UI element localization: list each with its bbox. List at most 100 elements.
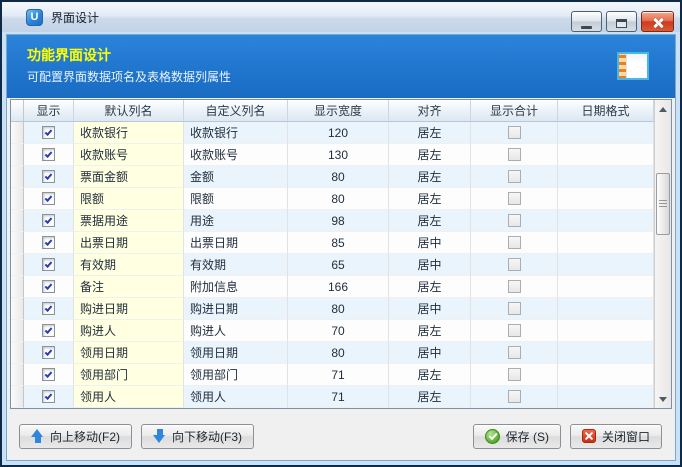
cell-width[interactable]: 71 (288, 386, 389, 408)
cell-align[interactable]: 居左 (389, 320, 471, 342)
show-checkbox[interactable] (42, 280, 55, 293)
show-checkbox[interactable] (42, 390, 55, 403)
cell-date-format[interactable] (558, 144, 654, 166)
show-total-checkbox[interactable] (508, 258, 521, 271)
cell-custom-name[interactable]: 领用人 (184, 386, 288, 408)
cell-custom-name[interactable]: 附加信息 (184, 276, 288, 298)
cell-date-format[interactable] (558, 364, 654, 386)
cell-width[interactable]: 70 (288, 320, 389, 342)
cell-align[interactable]: 居中 (389, 232, 471, 254)
scroll-down-button[interactable] (655, 391, 671, 407)
cell-date-format[interactable] (558, 188, 654, 210)
cell-custom-name[interactable]: 金额 (184, 166, 288, 188)
close-window-button[interactable]: 关闭窗口 (570, 424, 662, 449)
move-down-button[interactable]: 向下移动(F3) (141, 424, 254, 449)
table-row[interactable]: 领用日期领用日期80居中 (11, 342, 654, 364)
show-checkbox[interactable] (42, 346, 55, 359)
show-total-checkbox[interactable] (508, 214, 521, 227)
show-total-checkbox[interactable] (508, 192, 521, 205)
show-checkbox[interactable] (42, 302, 55, 315)
close-button[interactable] (641, 11, 674, 32)
cell-custom-name[interactable]: 限额 (184, 188, 288, 210)
cell-date-format[interactable] (558, 386, 654, 408)
cell-custom-name[interactable]: 收款银行 (184, 122, 288, 144)
cell-custom-name[interactable]: 出票日期 (184, 232, 288, 254)
cell-width[interactable]: 98 (288, 210, 389, 232)
show-checkbox[interactable] (42, 148, 55, 161)
cell-align[interactable]: 居左 (389, 276, 471, 298)
cell-date-format[interactable] (558, 298, 654, 320)
show-checkbox[interactable] (42, 258, 55, 271)
show-checkbox[interactable] (42, 236, 55, 249)
cell-width[interactable]: 85 (288, 232, 389, 254)
cell-custom-name[interactable]: 领用部门 (184, 364, 288, 386)
cell-date-format[interactable] (558, 122, 654, 144)
show-total-checkbox[interactable] (508, 236, 521, 249)
cell-width[interactable]: 80 (288, 342, 389, 364)
cell-align[interactable]: 居中 (389, 298, 471, 320)
show-total-checkbox[interactable] (508, 280, 521, 293)
scrollbar-thumb[interactable] (656, 173, 670, 235)
show-total-checkbox[interactable] (508, 302, 521, 315)
show-checkbox[interactable] (42, 324, 55, 337)
cell-date-format[interactable] (558, 210, 654, 232)
cell-align[interactable]: 居左 (389, 210, 471, 232)
cell-align[interactable]: 居中 (389, 342, 471, 364)
cell-custom-name[interactable]: 购进日期 (184, 298, 288, 320)
cell-custom-name[interactable]: 有效期 (184, 254, 288, 276)
show-total-checkbox[interactable] (508, 148, 521, 161)
table-row[interactable]: 收款银行收款银行120居左 (11, 122, 654, 144)
show-checkbox[interactable] (42, 170, 55, 183)
show-checkbox[interactable] (42, 126, 55, 139)
vertical-scrollbar[interactable] (654, 100, 671, 408)
show-total-checkbox[interactable] (508, 368, 521, 381)
table-row[interactable]: 收款账号收款账号130居左 (11, 144, 654, 166)
cell-align[interactable]: 居左 (389, 122, 471, 144)
cell-width[interactable]: 166 (288, 276, 389, 298)
table-row[interactable]: 领用部门领用部门71居左 (11, 364, 654, 386)
cell-custom-name[interactable]: 领用日期 (184, 342, 288, 364)
cell-date-format[interactable] (558, 320, 654, 342)
cell-width[interactable]: 80 (288, 188, 389, 210)
show-total-checkbox[interactable] (508, 346, 521, 359)
cell-date-format[interactable] (558, 254, 654, 276)
show-checkbox[interactable] (42, 368, 55, 381)
cell-date-format[interactable] (558, 276, 654, 298)
cell-align[interactable]: 居左 (389, 364, 471, 386)
cell-custom-name[interactable]: 用途 (184, 210, 288, 232)
cell-date-format[interactable] (558, 166, 654, 188)
cell-align[interactable]: 居中 (389, 254, 471, 276)
maximize-button[interactable] (606, 11, 637, 32)
cell-custom-name[interactable]: 收款账号 (184, 144, 288, 166)
cell-align[interactable]: 居左 (389, 144, 471, 166)
cell-align[interactable]: 居左 (389, 166, 471, 188)
cell-width[interactable]: 80 (288, 298, 389, 320)
cell-align[interactable]: 居左 (389, 386, 471, 408)
show-total-checkbox[interactable] (508, 390, 521, 403)
save-button[interactable]: 保存 (S) (473, 424, 561, 449)
table-row[interactable]: 备注附加信息166居左 (11, 276, 654, 298)
show-checkbox[interactable] (42, 214, 55, 227)
minimize-button[interactable] (571, 11, 602, 32)
move-up-button[interactable]: 向上移动(F2) (19, 424, 132, 449)
scroll-up-button[interactable] (655, 101, 671, 117)
table-row[interactable]: 票据用途用途98居左 (11, 210, 654, 232)
cell-date-format[interactable] (558, 342, 654, 364)
cell-width[interactable]: 120 (288, 122, 389, 144)
titlebar[interactable]: U 界面设计 (2, 2, 680, 32)
show-checkbox[interactable] (42, 192, 55, 205)
cell-date-format[interactable] (558, 232, 654, 254)
table-row[interactable]: 购进日期购进日期80居中 (11, 298, 654, 320)
cell-width[interactable]: 65 (288, 254, 389, 276)
table-row[interactable]: 领用人领用人71居左 (11, 386, 654, 408)
table-row[interactable]: 购进人购进人70居左 (11, 320, 654, 342)
cell-custom-name[interactable]: 购进人 (184, 320, 288, 342)
show-total-checkbox[interactable] (508, 324, 521, 337)
table-row[interactable]: 有效期有效期65居中 (11, 254, 654, 276)
cell-width[interactable]: 130 (288, 144, 389, 166)
table-row[interactable]: 出票日期出票日期85居中 (11, 232, 654, 254)
show-total-checkbox[interactable] (508, 126, 521, 139)
table-row[interactable]: 票面金额金额80居左 (11, 166, 654, 188)
cell-align[interactable]: 居左 (389, 188, 471, 210)
cell-width[interactable]: 71 (288, 364, 389, 386)
